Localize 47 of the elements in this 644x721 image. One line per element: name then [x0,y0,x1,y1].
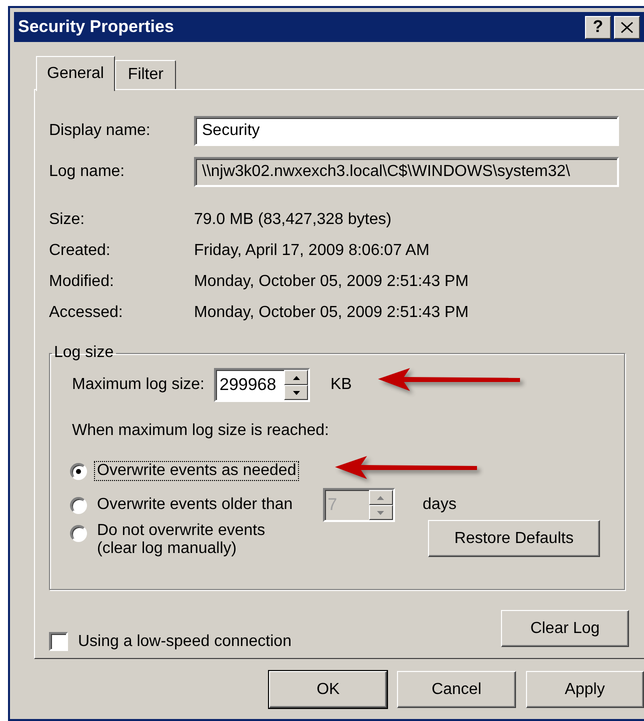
prompt-text: When maximum log size is reached: [72,422,330,440]
info-value: 79.0 MB (83,427,328 bytes) [194,210,392,228]
spin-up-button[interactable] [368,490,393,505]
help-button[interactable]: ? [585,16,611,38]
text-field[interactable]: \\njw3k02.nwxexch3.local\C$\WINDOWS\system32\ [194,156,619,186]
close-button[interactable] [614,16,640,38]
field-label: Display name: [49,122,152,140]
info-label: Accessed: [49,304,124,322]
radio-button[interactable] [70,462,87,480]
spin-up-button[interactable] [284,370,308,385]
option-label: Overwrite events as needed [95,462,298,480]
close-icon [621,22,633,32]
field-label: Maximum log size: [72,376,204,394]
option-label: Do not overwrite events [96,522,266,540]
restore-defaults-button[interactable]: Restore Defaults [428,520,600,557]
dialog-button[interactable]: Cancel [397,671,516,708]
checkbox-label: Using a low-speed connection [78,632,292,650]
text-field[interactable]: Security [194,116,619,146]
info-label: Size: [49,210,86,228]
info-value: Friday, April 17, 2009 8:06:07 AM [194,242,430,260]
arrow-up-icon [377,496,384,500]
info-value: Monday, October 05, 2009 2:51:43 PM [194,272,469,290]
option-label: Overwrite events older than [96,496,294,514]
option-note: (clear log manually) [96,540,238,558]
info-label: Modified: [49,272,115,290]
arrow-down-icon [377,510,384,514]
arrow-up-icon [292,376,300,380]
group-title: Log size [53,344,115,362]
tab[interactable]: General [36,56,115,91]
unit-label: days [422,496,456,514]
clear-log-button[interactable]: Clear Log [501,610,629,647]
radio-button[interactable] [70,496,87,514]
dialog-button[interactable]: OK [269,671,388,708]
info-value: Monday, October 05, 2009 2:51:43 PM [194,304,469,322]
spin-down-button[interactable] [284,385,308,400]
radio-button[interactable] [70,525,87,542]
checkbox[interactable] [49,632,68,651]
unit-label: KB [330,376,352,394]
tab[interactable]: Filter [114,60,176,89]
dialog-button[interactable]: Apply [526,671,644,708]
arrow-down-icon [292,390,300,394]
log-size-spin-box[interactable]: 299968 [214,368,310,402]
spin-field[interactable]: 299968 [216,370,284,400]
window-title: Security Properties [18,17,175,37]
field-label: Log name: [49,162,126,180]
info-label: Created: [49,242,112,260]
spin-down-button[interactable] [368,505,393,520]
